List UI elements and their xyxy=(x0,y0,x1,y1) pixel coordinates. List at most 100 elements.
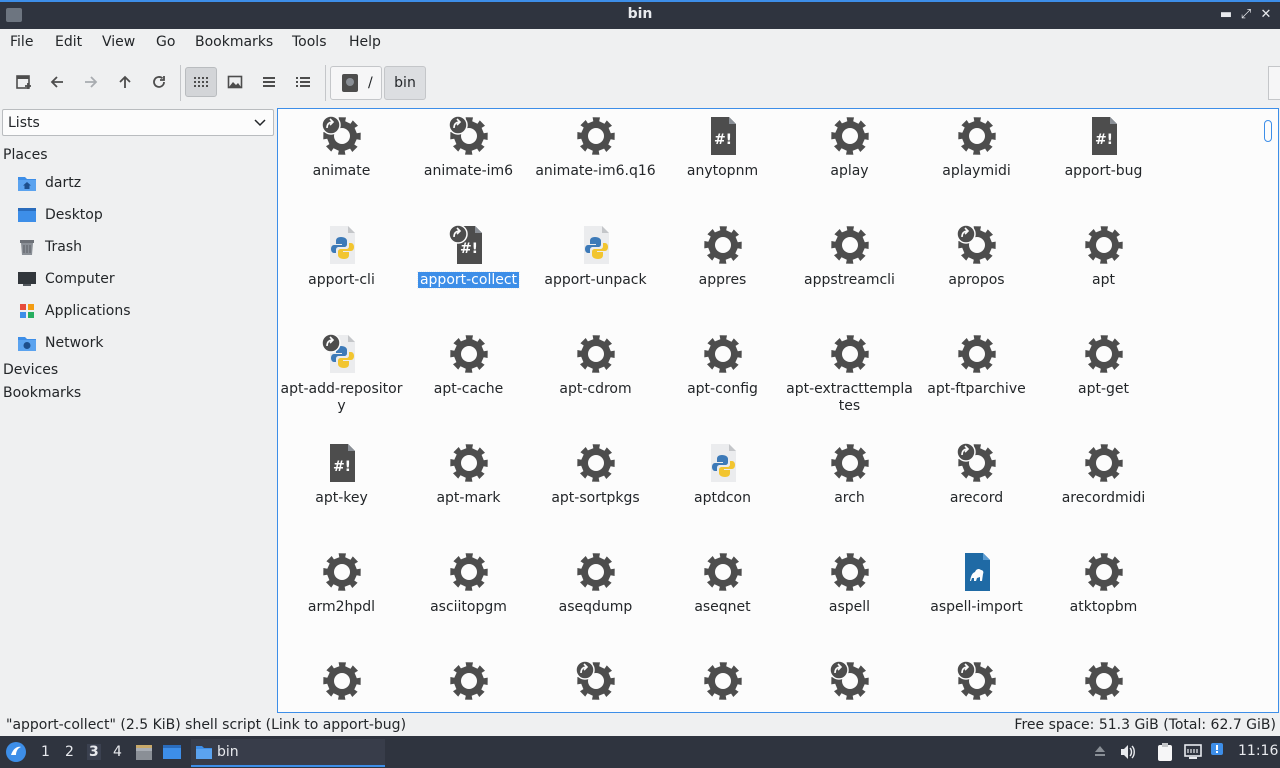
file-item[interactable]: arecordmidi xyxy=(1040,436,1167,541)
file-item[interactable]: animate xyxy=(278,109,405,214)
taskbar-window-button[interactable]: bin xyxy=(191,739,385,767)
file-item[interactable]: asciitopgm xyxy=(405,545,532,650)
back-icon[interactable] xyxy=(41,67,73,97)
menu-bookmarks[interactable]: Bookmarks xyxy=(195,34,273,50)
workspace-2[interactable]: 2 xyxy=(65,744,74,760)
gear-file-icon xyxy=(321,115,361,155)
sidebar-item-applications[interactable]: Applications xyxy=(14,297,269,325)
menu-edit[interactable]: Edit xyxy=(55,34,82,50)
file-item[interactable]: arecord xyxy=(913,436,1040,541)
sidebar-item-network[interactable]: Network xyxy=(14,329,269,357)
file-name: arch xyxy=(834,490,865,506)
sidebar-mode-select[interactable]: Lists xyxy=(2,109,274,136)
thumbnail-view-icon[interactable] xyxy=(219,67,251,97)
scrollbar-thumb[interactable] xyxy=(1264,120,1272,142)
network-icon xyxy=(16,332,38,354)
file-item[interactable]: animate-im6.q16 xyxy=(532,109,659,214)
clipboard-icon[interactable] xyxy=(1156,742,1174,762)
file-item[interactable]: aptdcon xyxy=(659,436,786,541)
volume-icon[interactable] xyxy=(1119,743,1137,761)
gear-file-icon xyxy=(323,662,361,700)
eject-icon[interactable] xyxy=(1093,743,1107,761)
file-item[interactable]: apt-mark xyxy=(405,436,532,541)
path-current-label: bin xyxy=(394,75,416,91)
file-item[interactable]: #! apport-collect xyxy=(405,218,532,323)
file-item[interactable]: apt-config xyxy=(659,327,786,432)
gear-file-icon xyxy=(704,226,742,264)
file-item[interactable]: #! anytopnm xyxy=(659,109,786,214)
update-icon[interactable] xyxy=(1209,741,1227,759)
workspace-1[interactable]: 1 xyxy=(41,744,50,760)
file-item[interactable] xyxy=(405,654,532,712)
file-item[interactable]: apt-cdrom xyxy=(532,327,659,432)
file-item[interactable] xyxy=(786,654,913,712)
file-item[interactable] xyxy=(659,654,786,712)
desktop-launcher-icon[interactable] xyxy=(162,742,182,762)
sidebar-item-desktop[interactable]: Desktop xyxy=(14,201,269,229)
file-item[interactable] xyxy=(1040,654,1167,712)
icon-view-icon[interactable] xyxy=(185,67,217,97)
file-item[interactable]: aspell-import xyxy=(913,545,1040,650)
sidebar-item-computer[interactable]: Computer xyxy=(14,265,269,293)
file-item[interactable] xyxy=(278,654,405,712)
file-item[interactable]: arm2hpdl xyxy=(278,545,405,650)
network-icon[interactable] xyxy=(1183,743,1203,761)
file-item[interactable]: #! apport-bug xyxy=(1040,109,1167,214)
desktop-icon xyxy=(16,204,38,226)
path-current-button[interactable]: bin xyxy=(384,66,426,100)
menu-go[interactable]: Go xyxy=(156,34,175,50)
places-heading[interactable]: Places xyxy=(3,147,48,163)
close-icon[interactable]: ✕ xyxy=(1256,5,1276,25)
reload-icon[interactable] xyxy=(143,67,175,97)
file-item[interactable]: apt-add-repository xyxy=(278,327,405,432)
file-item[interactable]: apropos xyxy=(913,218,1040,323)
vertical-scrollbar[interactable] xyxy=(1262,112,1274,709)
new-tab-icon[interactable] xyxy=(8,67,40,97)
file-manager-launcher-icon[interactable] xyxy=(134,742,154,762)
file-item[interactable]: aseqnet xyxy=(659,545,786,650)
minimize-icon[interactable]: ▬ xyxy=(1216,5,1236,25)
file-item[interactable]: aplaymidi xyxy=(913,109,1040,214)
file-item[interactable]: aspell xyxy=(786,545,913,650)
file-item[interactable]: aplay xyxy=(786,109,913,214)
file-item[interactable]: animate-im6 xyxy=(405,109,532,214)
file-item[interactable]: appstreamcli xyxy=(786,218,913,323)
maximize-icon[interactable]: ⤢ xyxy=(1236,5,1256,25)
path-root-button[interactable]: / xyxy=(330,66,382,100)
up-icon[interactable] xyxy=(109,67,141,97)
bookmarks-heading[interactable]: Bookmarks xyxy=(3,385,81,401)
file-item[interactable] xyxy=(913,654,1040,712)
file-item[interactable]: arch xyxy=(786,436,913,541)
file-item[interactable]: aseqdump xyxy=(532,545,659,650)
status-free-space: Free space: 51.3 GiB (Total: 62.7 GiB) xyxy=(1014,717,1276,733)
menu-view[interactable]: View xyxy=(102,34,135,50)
devices-heading[interactable]: Devices xyxy=(3,362,58,378)
file-item[interactable]: apt xyxy=(1040,218,1167,323)
workspace-3[interactable]: 3 xyxy=(87,744,101,760)
file-item[interactable]: apt-sortpkgs xyxy=(532,436,659,541)
file-name: apt-mark xyxy=(436,490,501,506)
menu-help[interactable]: Help xyxy=(349,34,381,50)
file-item[interactable]: atktopbm xyxy=(1040,545,1167,650)
menu-file[interactable]: File xyxy=(10,34,33,50)
sidebar-item-dartz[interactable]: dartz xyxy=(14,169,269,197)
file-item[interactable]: apt-extracttemplates xyxy=(786,327,913,432)
file-item[interactable]: apt-cache xyxy=(405,327,532,432)
workspace-4[interactable]: 4 xyxy=(113,744,122,760)
detailed-list-view-icon[interactable] xyxy=(287,67,319,97)
file-view[interactable]: animate animate-im6 animate-im6.q16 #! anyto… xyxy=(277,108,1279,713)
file-item[interactable]: apt-ftparchive xyxy=(913,327,1040,432)
file-item[interactable] xyxy=(532,654,659,712)
forward-icon[interactable] xyxy=(75,67,107,97)
menu-tools[interactable]: Tools xyxy=(292,34,327,50)
file-item[interactable]: apport-unpack xyxy=(532,218,659,323)
lxqt-menu-icon[interactable] xyxy=(5,741,27,763)
compact-view-icon[interactable] xyxy=(253,67,285,97)
file-item[interactable]: apport-cli xyxy=(278,218,405,323)
file-item[interactable]: apt-get xyxy=(1040,327,1167,432)
file-item[interactable]: #! apt-key xyxy=(278,436,405,541)
sidebar-item-trash[interactable]: Trash xyxy=(14,233,269,261)
trash-icon xyxy=(16,236,38,258)
file-item[interactable]: appres xyxy=(659,218,786,323)
gear-file-icon xyxy=(958,335,996,373)
